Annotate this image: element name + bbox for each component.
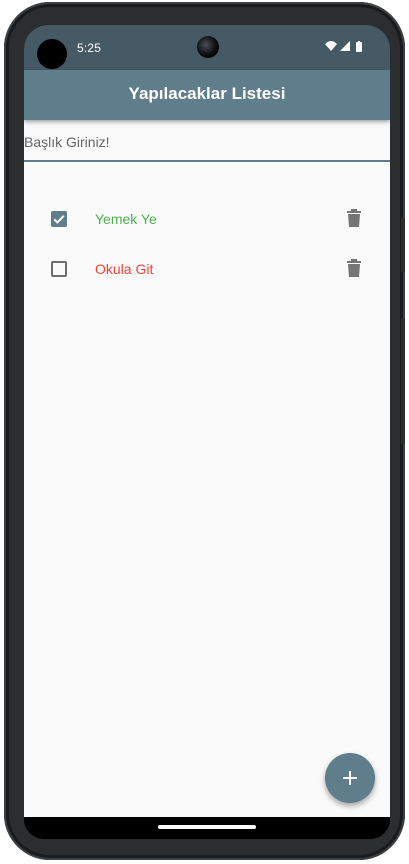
- wifi-icon: [325, 41, 337, 51]
- screen-dot: [37, 39, 67, 69]
- trash-icon[interactable]: [347, 259, 361, 277]
- todo-title: Yemek Ye: [95, 211, 157, 227]
- plus-icon: [343, 771, 357, 785]
- status-time: 5:25: [77, 41, 102, 55]
- navigation-bar: [24, 817, 390, 839]
- check-icon: [53, 215, 65, 224]
- app-bar: Yapılacaklar Listesi: [24, 70, 390, 120]
- camera-cutout: [197, 36, 219, 58]
- todo-checkbox[interactable]: [51, 261, 67, 277]
- todo-checkbox[interactable]: [51, 211, 67, 227]
- todo-item[interactable]: Yemek Ye: [24, 194, 390, 244]
- volume-button: [401, 318, 405, 444]
- power-button: [401, 218, 405, 272]
- todo-item[interactable]: Okula Git: [24, 244, 390, 294]
- add-todo-button[interactable]: [325, 753, 375, 803]
- title-input[interactable]: Başlık Giriniz!: [24, 120, 390, 162]
- status-bar: 5:25: [24, 25, 390, 70]
- title-input-placeholder: Başlık Giriniz!: [24, 134, 110, 150]
- todo-title: Okula Git: [95, 261, 154, 277]
- trash-icon[interactable]: [347, 209, 361, 227]
- app-title: Yapılacaklar Listesi: [128, 84, 286, 103]
- phone-frame: 5:25 Yapılacaklar Listesi Başlık Giriniz…: [4, 2, 405, 860]
- battery-icon: [356, 41, 362, 52]
- screen: 5:25 Yapılacaklar Listesi Başlık Giriniz…: [24, 25, 390, 839]
- status-icons: [324, 39, 370, 55]
- signal-icon: [340, 41, 350, 51]
- main-content: Başlık Giriniz! Yemek Ye Okula Git: [24, 120, 390, 817]
- home-gesture-handle[interactable]: [158, 825, 256, 829]
